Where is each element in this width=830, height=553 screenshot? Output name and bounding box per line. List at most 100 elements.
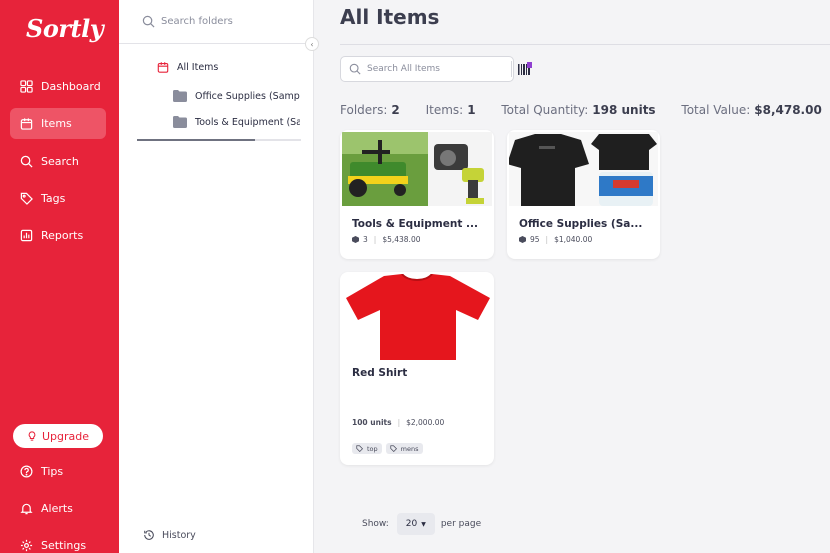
box-icon: [352, 236, 359, 243]
folder-thumbnail: [509, 132, 658, 206]
card-title: Office Supplies (Sa...: [519, 218, 643, 230]
history-link[interactable]: History: [143, 529, 196, 541]
chevron-down-icon: ▼: [421, 520, 426, 528]
separator: |: [545, 235, 549, 244]
sortly-logo[interactable]: Sortly: [26, 14, 104, 43]
total-quantity: 198 units: [592, 103, 656, 117]
separator: |: [397, 418, 401, 427]
folder-tree-label: All Items: [177, 61, 219, 73]
sidebar-item-tags[interactable]: Tags: [10, 183, 106, 214]
folder-tree-scrollbar[interactable]: [137, 139, 301, 141]
pagination: Show: 20 ▼ per page: [362, 513, 481, 535]
sidebar-item-label: Dashboard: [41, 80, 101, 93]
items-icon: [157, 62, 169, 73]
help-icon: [20, 465, 33, 478]
search-items-input[interactable]: Search All Items: [340, 56, 532, 82]
item-card-red-shirt[interactable]: Red Shirt 100 units | $2,000.00 top mens: [340, 272, 494, 465]
card-title: Red Shirt: [352, 367, 408, 379]
upgrade-label: Upgrade: [41, 429, 90, 443]
tag-label: top: [367, 444, 378, 453]
card-item-count: 95: [530, 235, 540, 244]
sidebar-item-label: Items: [41, 117, 72, 130]
sidebar: Sortly Dashboard Items Search Tags Repor…: [0, 0, 119, 553]
tag-icon: [356, 445, 363, 452]
folder-search-placeholder: Search folders: [161, 16, 233, 27]
folder-panel: Search folders All Items Office Supplies…: [119, 0, 314, 553]
divider: [340, 44, 830, 45]
search-placeholder: Search All Items: [367, 64, 440, 74]
page-title: All Items: [340, 5, 440, 29]
folder-tree-all-items[interactable]: All Items: [157, 61, 218, 73]
card-value: $2,000.00: [406, 418, 445, 427]
scrollbar-thumb[interactable]: [137, 139, 255, 141]
sidebar-item-label: Tags: [41, 192, 66, 205]
separator: |: [373, 235, 377, 244]
show-label: Show:: [362, 519, 389, 529]
folder-tree-office-supplies[interactable]: Office Supplies (Sample): [173, 89, 300, 103]
gear-icon: [20, 539, 33, 552]
folder-thumbnail: [342, 132, 492, 206]
sidebar-item-settings[interactable]: Settings: [10, 530, 106, 553]
card-meta: 95 | $1,040.00: [519, 235, 592, 244]
items-icon: [20, 117, 33, 130]
box-icon: [519, 236, 526, 243]
sidebar-item-tips[interactable]: Tips: [10, 456, 106, 487]
items-count: 1: [467, 103, 476, 117]
folder-search-input[interactable]: Search folders: [119, 0, 314, 44]
barcode-icon: [518, 62, 532, 75]
folder-card-office-supplies[interactable]: Office Supplies (Sa... 95 | $1,040.00: [507, 130, 660, 259]
per-page-select[interactable]: 20 ▼: [396, 513, 435, 535]
per-page-value: 20: [405, 519, 418, 529]
folder-icon: [173, 116, 187, 128]
folders-count-label: Folders:: [340, 103, 388, 117]
folder-card-tools[interactable]: Tools & Equipment ... 3 | $5,438.00: [340, 130, 494, 259]
tag-chip[interactable]: top: [352, 443, 382, 454]
card-value: $1,040.00: [554, 235, 593, 244]
sidebar-item-label: Settings: [41, 539, 87, 552]
sidebar-item-items[interactable]: Items: [10, 108, 106, 139]
total-value: $8,478.00: [754, 103, 822, 117]
folders-count: 2: [391, 103, 400, 117]
bell-icon: [20, 502, 33, 515]
upgrade-button[interactable]: Upgrade: [13, 424, 103, 448]
sidebar-item-alerts[interactable]: Alerts: [10, 493, 106, 524]
items-count-label: Items:: [425, 103, 464, 117]
sidebar-item-label: Reports: [41, 229, 84, 242]
tag-chip[interactable]: mens: [385, 443, 423, 454]
card-meta: 3 | $5,438.00: [352, 235, 420, 244]
sidebar-item-label: Search: [41, 155, 79, 168]
folder-tree-label: Office Supplies (Sample): [195, 90, 300, 102]
card-tags: top mens: [352, 443, 427, 454]
total-value-label: Total Value:: [681, 103, 751, 117]
sidebar-item-label: Alerts: [41, 502, 73, 515]
card-item-count: 3: [363, 235, 368, 244]
search-icon: [142, 15, 155, 28]
total-quantity-label: Total Quantity:: [501, 103, 589, 117]
card-title: Tools & Equipment ...: [352, 218, 478, 230]
card-units: 100 units: [352, 418, 392, 427]
sidebar-item-reports[interactable]: Reports: [10, 220, 106, 251]
tag-label: mens: [400, 444, 419, 453]
reports-icon: [20, 229, 33, 242]
sidebar-item-search[interactable]: Search: [10, 146, 106, 177]
search-icon: [20, 155, 33, 168]
per-page-label: per page: [440, 519, 482, 529]
folder-tree-tools-equipment[interactable]: Tools & Equipment (Sample): [173, 115, 300, 129]
item-thumbnail: [342, 274, 492, 360]
lightbulb-icon: [28, 431, 36, 441]
card-meta: 100 units | $2,000.00: [352, 418, 444, 427]
search-icon: [349, 63, 361, 75]
summary-stats: Folders: 2 Items: 1 Total Quantity: 198 uni…: [340, 103, 822, 117]
sidebar-item-dashboard[interactable]: Dashboard: [10, 71, 106, 102]
history-icon: [144, 530, 154, 540]
card-value: $5,438.00: [382, 235, 421, 244]
tag-icon: [20, 192, 33, 205]
barcode-scan-button[interactable]: [511, 61, 532, 77]
tag-icon: [390, 445, 397, 452]
sidebar-item-label: Tips: [41, 465, 64, 478]
main-content: All Items Search All Items Folders: 2 Ite…: [314, 0, 830, 553]
dashboard-icon: [20, 80, 33, 93]
history-label: History: [162, 529, 196, 541]
folder-icon: [173, 90, 187, 102]
folder-tree-label: Tools & Equipment (Sample): [195, 116, 300, 128]
